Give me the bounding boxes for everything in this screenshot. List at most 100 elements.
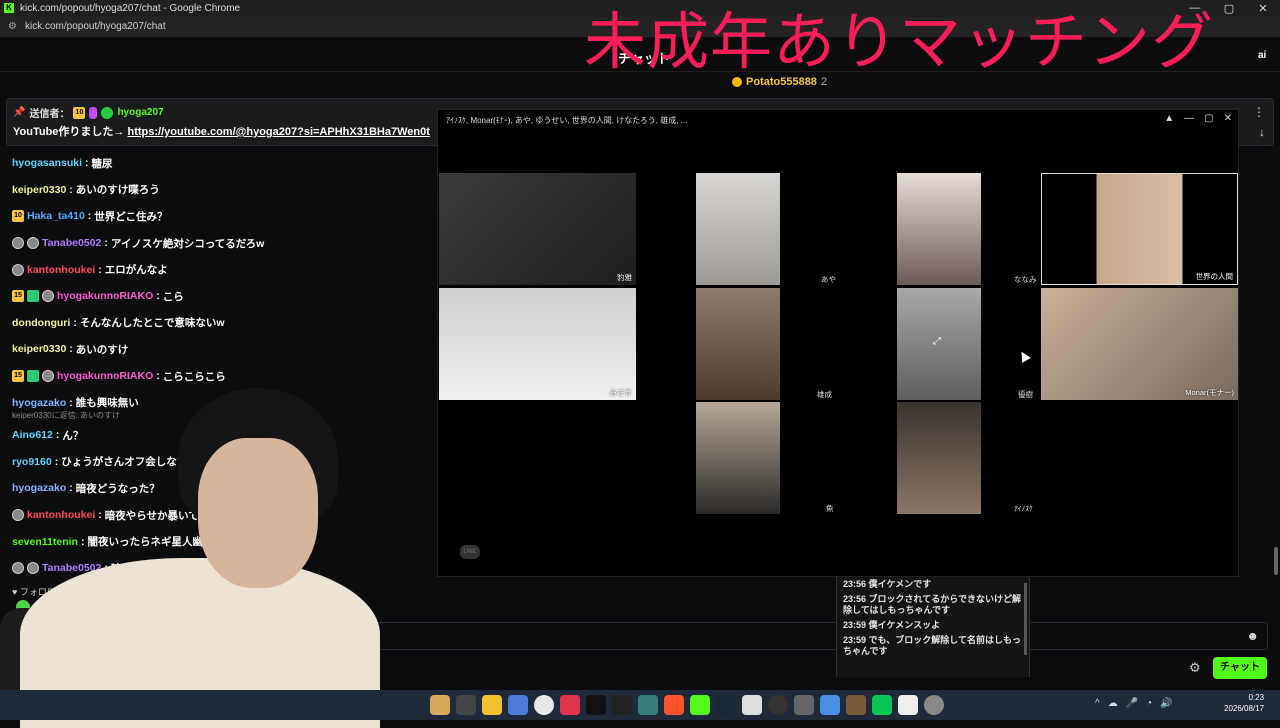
badge-icon (12, 237, 24, 250)
chat-message: 15 hyogakunnoRIAKO: こら (12, 283, 432, 310)
participant-name: 魚 (826, 504, 834, 513)
widgets-icon[interactable] (430, 695, 450, 715)
video-tile[interactable]: ⤢ (897, 288, 981, 400)
restore-button[interactable]: ▢ (1212, 2, 1246, 15)
minimize-call-button[interactable]: — (1184, 113, 1194, 124)
chat-message: kantonhoukei: エロがんなよ (12, 256, 432, 283)
chat-text: 世界どこ住み？ (94, 210, 168, 223)
chat-username[interactable]: hyogakunnoRIAKO (57, 290, 153, 302)
message-text: 僕イケメンスッよ (868, 620, 941, 630)
tray-chevron-icon[interactable]: ^ (1095, 698, 1100, 709)
taskbar-clock[interactable]: 0:23 2026/08/17 (1224, 692, 1264, 714)
close-window-button[interactable]: ✕ (1246, 2, 1280, 15)
badge-icon (27, 237, 39, 250)
url-text[interactable]: kick.com/popout/hyoga207/chat (25, 21, 166, 32)
chat-message: hyogasansuki: 糖尿 (12, 150, 432, 177)
message-text: 僕イケメンです (868, 579, 932, 589)
chat-text: アイノスケ絶対シコってるだろw (110, 237, 265, 250)
obs-icon[interactable] (768, 695, 788, 715)
settings-app-icon[interactable] (924, 695, 944, 715)
chrome-icon[interactable] (534, 695, 554, 715)
maximize-call-button[interactable]: ▢ (1204, 113, 1213, 124)
wifi-icon[interactable]: ◔ (1146, 698, 1152, 709)
video-tile[interactable] (696, 173, 780, 285)
site-info-icon[interactable]: ⚙ (8, 21, 17, 32)
chat-username[interactable]: Haka_ta410 (27, 210, 85, 222)
call-participants-title: ｱｲﾉｽｹ, Monar(ﾓﾅｰ), あや, ゆうせい, 世界の人間, けなたろ… (446, 116, 688, 125)
kick-favicon-icon: K (4, 3, 14, 13)
chat-username[interactable]: keiper0330 (12, 184, 66, 196)
video-tile[interactable]: 世界の人間 (1041, 173, 1238, 285)
video-tile[interactable]: Monar(モナー) (1041, 288, 1238, 400)
app-icon[interactable] (508, 695, 528, 715)
chat-username[interactable]: dondonguri (12, 317, 70, 329)
tiktok-icon[interactable] (586, 695, 606, 715)
file-explorer-icon[interactable] (482, 695, 502, 715)
chat-username[interactable]: Tanabe0502 (42, 237, 101, 249)
video-tile[interactable]: みさき (439, 288, 636, 400)
minecraft-icon[interactable] (846, 695, 866, 715)
more-options-icon[interactable]: ⋮ (1253, 105, 1265, 119)
subscriber-badge-icon: 15 (12, 290, 24, 303)
app-icon[interactable] (794, 695, 814, 715)
chat-header-right[interactable]: ai (1258, 50, 1266, 61)
separator: : (104, 237, 108, 250)
kick-icon[interactable] (690, 695, 710, 715)
streamer-face (198, 438, 318, 588)
pin-window-icon[interactable]: ▲ (1164, 113, 1174, 124)
steam-icon[interactable] (716, 695, 736, 715)
line-chat-message: 23:56 僕イケメンです (837, 577, 1029, 592)
chat-settings-gear-icon[interactable]: ⚙ (1189, 660, 1201, 676)
pinned-user[interactable]: hyoga207 (117, 107, 163, 118)
pin-icon: 📌 (13, 107, 26, 118)
chat-username[interactable]: hyogakunnoRIAKO (57, 370, 153, 382)
participant-name: Monar(モナー) (1185, 388, 1234, 397)
chat-text: あいのすけ喋ろう (75, 184, 160, 197)
app-icon[interactable] (560, 695, 580, 715)
video-tile[interactable] (897, 402, 981, 514)
expand-icon[interactable]: ⤢ (933, 336, 941, 347)
separator: : (69, 183, 73, 196)
app-icon[interactable] (820, 695, 840, 715)
participant-name: 世界の人間 (1195, 272, 1234, 281)
volume-icon[interactable]: 🔊 (1160, 698, 1172, 709)
terminal-icon[interactable] (612, 695, 632, 715)
network-icon[interactable]: ☁ (1108, 698, 1118, 709)
video-tile[interactable]: 豹雅 (439, 173, 636, 285)
emoji-picker-icon[interactable]: ☻ (1246, 629, 1259, 643)
separator: : (156, 290, 160, 303)
brave-icon[interactable] (664, 695, 684, 715)
side-chat-scrollbar[interactable] (1024, 583, 1027, 655)
window-title: kick.com/popout/hyoga207/chat - Google C… (20, 2, 241, 14)
system-tray: ^ ☁ 🎤 ◔ 🔊 (1095, 698, 1173, 709)
video-tile[interactable] (897, 173, 981, 285)
collapse-arrow-icon[interactable]: ↓ (1259, 125, 1265, 139)
task-view-icon[interactable] (456, 695, 476, 715)
video-tile[interactable] (696, 402, 780, 514)
chat-text: こらこらこら (162, 370, 226, 383)
app-icon[interactable] (742, 695, 762, 715)
pinned-link[interactable]: https://youtube.com/@hyoga207?si=APHhX31… (127, 126, 429, 138)
notepad-icon[interactable] (898, 695, 918, 715)
broadcaster-badge-icon (89, 106, 98, 119)
message-time: 23:56 (843, 579, 867, 589)
mouse-cursor-icon (1017, 349, 1031, 363)
microphone-icon[interactable]: 🎤 (1126, 698, 1138, 709)
subscriber-badge-icon: 10 (12, 210, 24, 223)
subscriber-badge-icon: 15 (12, 370, 24, 383)
participant-name: 豹雅 (617, 273, 632, 282)
line-chat-message: 23:56 ブロックされてるからできないけど解除してはしもっちゃんです (837, 592, 1029, 618)
video-tile[interactable] (696, 288, 780, 400)
chat-username[interactable]: kantonhoukei (27, 264, 95, 276)
moderator-badge-icon (27, 370, 39, 383)
line-app-icon[interactable] (872, 695, 892, 715)
chat-text: エロがんなよ (104, 264, 168, 277)
chat-username[interactable]: hyogasansuki (12, 157, 82, 169)
clock-date: 2026/08/17 (1224, 704, 1265, 713)
send-chat-button[interactable]: チャット (1213, 657, 1267, 679)
page-scrollbar[interactable] (1274, 547, 1278, 575)
close-call-button[interactable]: ✕ (1224, 113, 1232, 124)
chat-username[interactable]: keiper0330 (12, 343, 66, 355)
app-icon[interactable] (638, 695, 658, 715)
message-text: ブロックされてるからできないけど解除してはしもっちゃんです (843, 594, 1022, 615)
